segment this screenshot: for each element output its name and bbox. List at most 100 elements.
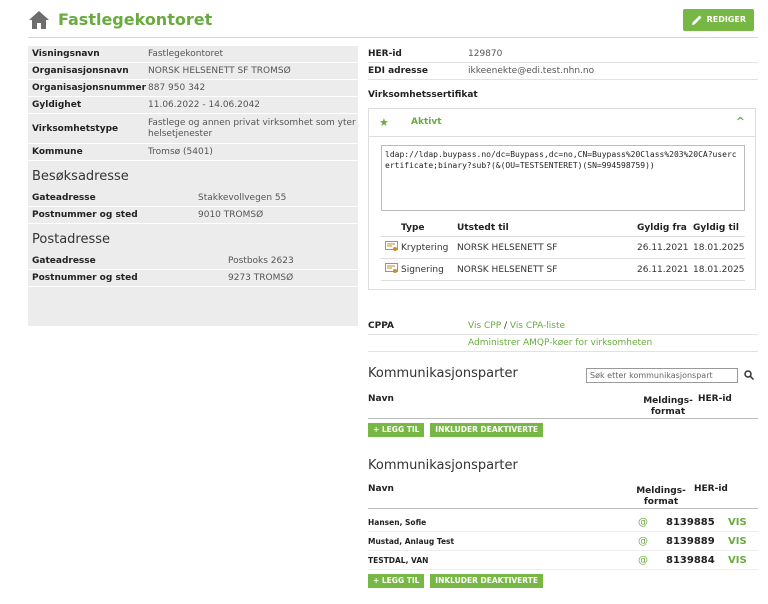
table-row: Kryptering NORSK HELSENETT SF 26.11.2021… (381, 237, 745, 259)
col-type: Type (401, 222, 425, 233)
vis-cpp-link[interactable]: Vis CPP (468, 321, 501, 331)
table-header: Navn Meldings- format HER-id (368, 483, 758, 509)
detail-value: Fastlege og annen privat virksomhet som … (148, 117, 356, 139)
table-row: TESTDAL, VAN @ 8139884 VIS (368, 551, 758, 570)
details-panel: Visningsnavn Fastlegekontoret Organisasj… (28, 46, 358, 326)
table-header: Navn Meldings- format HER-id (368, 393, 758, 419)
address-label: Gateadresse (32, 193, 96, 203)
address-label: Postnummer og sted (32, 273, 138, 283)
cert-until: 18.01.2025 (693, 242, 745, 253)
detail-value: 11.06.2022 - 14.06.2042 (148, 99, 261, 110)
her-id-label: HER-id (368, 49, 402, 59)
detail-label: Visningsnavn (32, 49, 100, 59)
detail-row-organisasjonsnavn: Organisasjonsnavn NORSK HELSENETT SF TRO… (28, 63, 358, 80)
ldap-textarea[interactable]: ldap://ldap.buypass.no/dc=Buypass,dc=no,… (381, 145, 745, 211)
certificate-status: Aktivt (411, 117, 442, 127)
edi-row: EDI adresse ikkeenekte@edi.test.nhn.no (368, 63, 758, 80)
certificate-icon[interactable] (385, 262, 398, 274)
col-gyldig-fra: Gyldig fra (637, 222, 687, 233)
her-id-value: 129870 (468, 49, 503, 59)
add-button[interactable]: + LEGG TIL (368, 574, 425, 588)
address-row: Gateadresse Stakkevollvegen 55 (28, 190, 358, 207)
right-panel: HER-id 129870 EDI adresse ikkeenekte@edi… (368, 46, 758, 290)
col-her-id: HER-id (694, 484, 728, 494)
page-title: Fastlegekontoret (58, 10, 213, 29)
table-row: Signering NORSK HELSENETT SF 26.11.2021 … (381, 259, 745, 281)
address-value: 9273 TROMSØ (228, 273, 294, 283)
email-format-icon: @ (638, 535, 648, 547)
address-value: 9010 TROMSØ (198, 210, 264, 220)
detail-label: Virksomhetstype (32, 123, 119, 134)
col-her-id: HER-id (698, 394, 732, 404)
detail-label: Organisasjonsnummer (32, 83, 147, 93)
address-value: Stakkevollvegen 55 (198, 193, 287, 203)
certificate-box: ★ Aktivt ^ ldap://ldap.buypass.no/dc=Buy… (368, 108, 756, 290)
page-header: Fastlegekontoret REDIGER (28, 6, 758, 38)
address-label: Postnummer og sted (32, 210, 138, 220)
address-row: Gateadresse Postboks 2623 (28, 253, 358, 270)
link-separator: / (501, 321, 510, 331)
col-meldingsformat: Meldings- format (643, 396, 693, 417)
postadresse-title: Postadresse (32, 232, 111, 247)
party-her-id: 8139889 (666, 535, 715, 547)
search-icon[interactable] (744, 370, 754, 380)
cert-to: NORSK HELSENETT SF (457, 242, 558, 253)
cppa-section: CPPA Vis CPP / Vis CPA-liste Administrer… (368, 318, 758, 352)
home-icon (29, 11, 49, 29)
kommunikasjonsparter-section: Kommunikasjonsparter Navn Meldings- form… (368, 458, 758, 588)
detail-row-organisasjonsnummer: Organisasjonsnummer 887 950 342 (28, 80, 358, 97)
besoksadresse-title: Besøksadresse (32, 169, 129, 184)
detail-row-visningsnavn: Visningsnavn Fastlegekontoret (28, 46, 358, 63)
table-row: Hansen, Sofie @ 8139885 VIS (368, 513, 758, 532)
vis-link[interactable]: VIS (728, 555, 758, 566)
button-row: + LEGG TIL INKLUDER DEAKTIVERTE (368, 423, 758, 437)
edit-button[interactable]: REDIGER (682, 9, 754, 31)
amqp-link[interactable]: Administrer AMQP-køer for virksomheten (468, 338, 652, 348)
edi-value: ikkeenekte@edi.test.nhn.no (468, 66, 595, 76)
cppa-row: Administrer AMQP-køer for virksomheten (368, 335, 758, 352)
vis-link[interactable]: VIS (728, 536, 758, 547)
her-id-row: HER-id 129870 (368, 46, 758, 63)
detail-row-kommune: Kommune Tromsø (5401) (28, 144, 358, 161)
certificate-title: Virksomhetssertifikat (368, 90, 478, 100)
detail-value: Tromsø (5401) (148, 146, 213, 157)
button-row: + LEGG TIL INKLUDER DEAKTIVERTE (368, 574, 758, 588)
certificate-header[interactable]: ★ Aktivt ^ (369, 109, 755, 137)
vis-link[interactable]: VIS (728, 517, 758, 528)
detail-row-gyldighet: Gyldighet 11.06.2022 - 14.06.2042 (28, 97, 358, 114)
detail-label: Gyldighet (32, 100, 82, 110)
pencil-icon (691, 15, 702, 25)
address-row: Postnummer og sted 9273 TROMSØ (28, 270, 358, 287)
include-deactivated-button[interactable]: INKLUDER DEAKTIVERTE (430, 574, 543, 588)
party-name: Mustad, Anlaug Test (368, 536, 455, 546)
detail-value: Fastlegekontoret (148, 48, 224, 59)
address-value: Postboks 2623 (228, 256, 294, 266)
edi-label: EDI adresse (368, 66, 428, 76)
cert-from: 26.11.2021 (637, 264, 689, 275)
email-format-icon: @ (638, 516, 648, 528)
certificate-table: Type Utstedt til Gyldig fra Gyldig til K… (381, 219, 745, 281)
party-her-id: 8139884 (666, 554, 715, 566)
certificate-icon[interactable] (385, 240, 398, 252)
detail-label: Organisasjonsnavn (32, 66, 129, 76)
col-meldingsformat: Meldings- format (636, 486, 686, 507)
table-header: Type Utstedt til Gyldig fra Gyldig til (381, 219, 745, 237)
chevron-up-icon[interactable]: ^ (736, 115, 745, 128)
star-icon: ★ (379, 116, 389, 129)
search-input[interactable]: Søk etter kommunikasjonspart (586, 368, 738, 383)
col-utstedt: Utstedt til (457, 222, 509, 233)
include-deactivated-button[interactable]: INKLUDER DEAKTIVERTE (430, 423, 543, 437)
detail-value: NORSK HELSENETT SF TROMSØ (148, 65, 291, 76)
email-format-icon: @ (638, 554, 648, 566)
add-button[interactable]: + LEGG TIL (368, 423, 425, 437)
cppa-label: CPPA (368, 321, 394, 331)
edit-button-label: REDIGER (706, 15, 746, 24)
detail-row-virksomhetstype: Virksomhetstype Fastlege og annen privat… (28, 114, 358, 144)
cert-to: NORSK HELSENETT SF (457, 264, 558, 275)
cppa-row: CPPA Vis CPP / Vis CPA-liste (368, 318, 758, 335)
col-gyldig-til: Gyldig til (693, 222, 739, 233)
detail-value: 887 950 342 (148, 82, 206, 93)
vis-cpa-liste-link[interactable]: Vis CPA-liste (510, 321, 565, 331)
address-label: Gateadresse (32, 256, 96, 266)
cert-type: Kryptering (401, 242, 449, 253)
